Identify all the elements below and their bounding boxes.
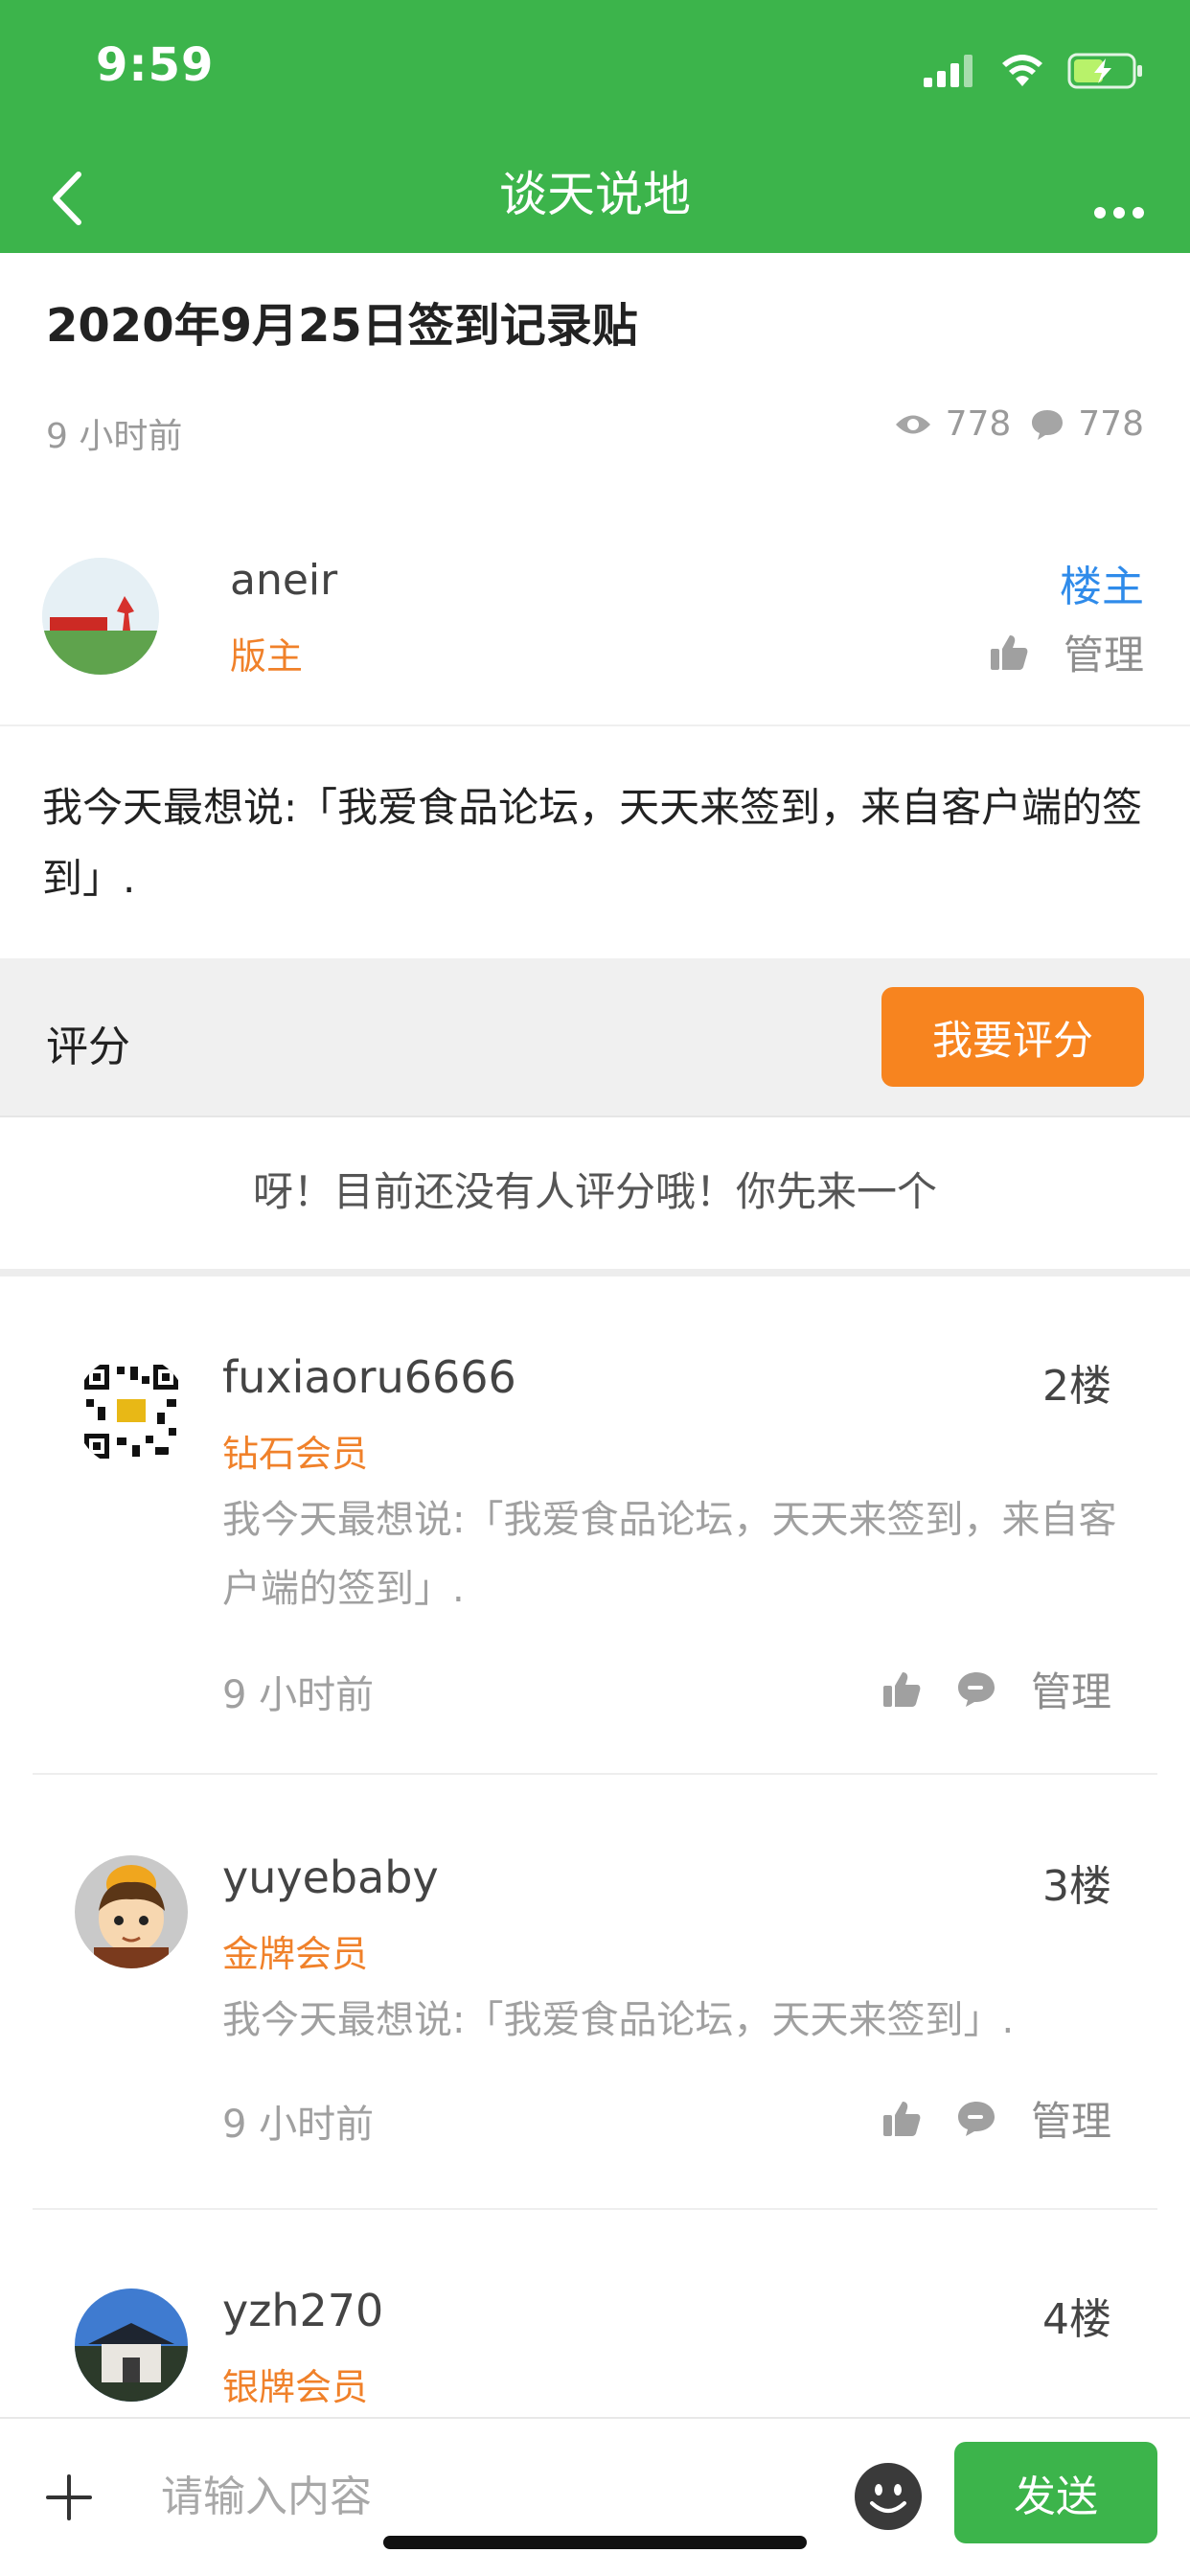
owner-tag: 楼主 bbox=[1060, 563, 1144, 611]
rating-empty-text: 呀！目前还没有人评分哦！你先来一个 bbox=[252, 1168, 937, 1215]
floor-number: 3楼 bbox=[1042, 1862, 1111, 1911]
list-item: yuyebaby 3楼 金牌会员 我今天最想说:「我爱食品论坛，天天来签到」. … bbox=[0, 1852, 1190, 2200]
reply-author-name[interactable]: fuxiaoru6666 bbox=[222, 1351, 516, 1403]
divider bbox=[33, 2208, 1157, 2210]
eye-icon bbox=[895, 415, 930, 433]
comment-icon bbox=[1032, 409, 1064, 440]
nav-bar: 谈天说地 bbox=[0, 144, 1190, 253]
manage-button[interactable]: 管理 bbox=[1031, 1660, 1111, 1718]
more-icon bbox=[1094, 207, 1144, 218]
view-count: 778 bbox=[945, 404, 1012, 444]
signal-icon bbox=[924, 55, 973, 87]
qr-code-avatar-image bbox=[75, 1355, 188, 1468]
avatar-image bbox=[42, 558, 159, 675]
status-bar: 9:59 bbox=[0, 0, 1190, 144]
reply-actions: 管理 bbox=[881, 1660, 1111, 1718]
thumbs-up-icon[interactable] bbox=[989, 633, 1029, 672]
post-stats: 778 778 bbox=[894, 404, 1144, 444]
thumbs-up-icon[interactable] bbox=[881, 1670, 922, 1709]
reply-author-name[interactable]: yuyebaby bbox=[222, 1852, 439, 1903]
comment-count: 778 bbox=[1078, 404, 1144, 444]
author-actions: 管理 bbox=[989, 623, 1144, 681]
reply-input-bar: 请输入内容 发送 bbox=[0, 2417, 1190, 2576]
status-icons bbox=[924, 50, 1144, 92]
smiley-icon bbox=[855, 2463, 922, 2530]
wifi-icon bbox=[1002, 55, 1042, 86]
post-title: 2020年9月25日签到记录贴 bbox=[46, 299, 638, 353]
reply-avatar[interactable] bbox=[75, 1855, 188, 1968]
thumbs-up-icon[interactable] bbox=[881, 2100, 922, 2138]
reply-actions: 管理 bbox=[881, 2089, 1111, 2148]
list-item: fuxiaoru6666 2楼 钻石会员 我今天最想说:「我爱食品论坛，天天来签… bbox=[0, 1351, 1190, 1758]
member-level: 银牌会员 bbox=[222, 2366, 369, 2408]
reply-content: 我今天最想说:「我爱食品论坛，天天来签到，来自客户端的签到」. bbox=[222, 1498, 1117, 1611]
member-level: 钻石会员 bbox=[222, 1433, 369, 1475]
home-indicator bbox=[383, 2536, 807, 2549]
cartoon-avatar-image bbox=[75, 1855, 188, 1968]
reply-avatar[interactable] bbox=[75, 2288, 188, 2402]
floor-number: 4楼 bbox=[1042, 2295, 1111, 2344]
add-attachment-button[interactable] bbox=[40, 2469, 98, 2526]
rating-bar: 评分 我要评分 bbox=[0, 958, 1190, 1117]
send-button[interactable]: 发送 bbox=[954, 2442, 1157, 2543]
divider bbox=[0, 724, 1190, 726]
comment-icon[interactable] bbox=[956, 1670, 996, 1709]
status-time: 9:59 bbox=[96, 38, 215, 92]
post-time: 9 小时前 bbox=[46, 417, 183, 456]
member-level: 金牌会员 bbox=[222, 1933, 369, 1975]
divider bbox=[33, 1773, 1157, 1775]
list-item: yzh270 4楼 银牌会员 bbox=[0, 2288, 1190, 2417]
section-divider bbox=[0, 1269, 1190, 1276]
battery-charging-icon bbox=[1067, 53, 1142, 89]
emoji-button[interactable] bbox=[853, 2461, 924, 2532]
page-title: 谈天说地 bbox=[499, 167, 691, 222]
reply-input[interactable]: 请输入内容 bbox=[161, 2463, 832, 2532]
reply-content: 我今天最想说:「我爱食品论坛，天天来签到」. bbox=[222, 1998, 1015, 2042]
post-body: 我今天最想说:「我爱食品论坛，天天来签到，来自客户端的签到」. bbox=[42, 784, 1143, 902]
landscape-avatar-image bbox=[75, 2288, 188, 2402]
app-header: 9:59 谈天说地 bbox=[0, 0, 1190, 253]
reply-avatar[interactable] bbox=[75, 1355, 188, 1468]
author-avatar[interactable] bbox=[42, 558, 159, 675]
author-name[interactable]: aneir bbox=[230, 556, 337, 605]
floor-number: 2楼 bbox=[1042, 1362, 1111, 1411]
manage-button[interactable]: 管理 bbox=[1031, 2089, 1111, 2148]
rate-button[interactable]: 我要评分 bbox=[881, 987, 1144, 1087]
author-role: 版主 bbox=[230, 635, 304, 678]
comment-icon[interactable] bbox=[956, 2100, 996, 2138]
more-button[interactable] bbox=[1081, 165, 1157, 232]
reply-time: 9 小时前 bbox=[222, 1673, 375, 1717]
reply-author-name[interactable]: yzh270 bbox=[222, 2288, 383, 2336]
manage-button[interactable]: 管理 bbox=[1064, 623, 1144, 681]
plus-icon bbox=[46, 2474, 92, 2520]
rating-label: 评分 bbox=[46, 1023, 130, 1071]
reply-time: 9 小时前 bbox=[222, 2103, 375, 2147]
